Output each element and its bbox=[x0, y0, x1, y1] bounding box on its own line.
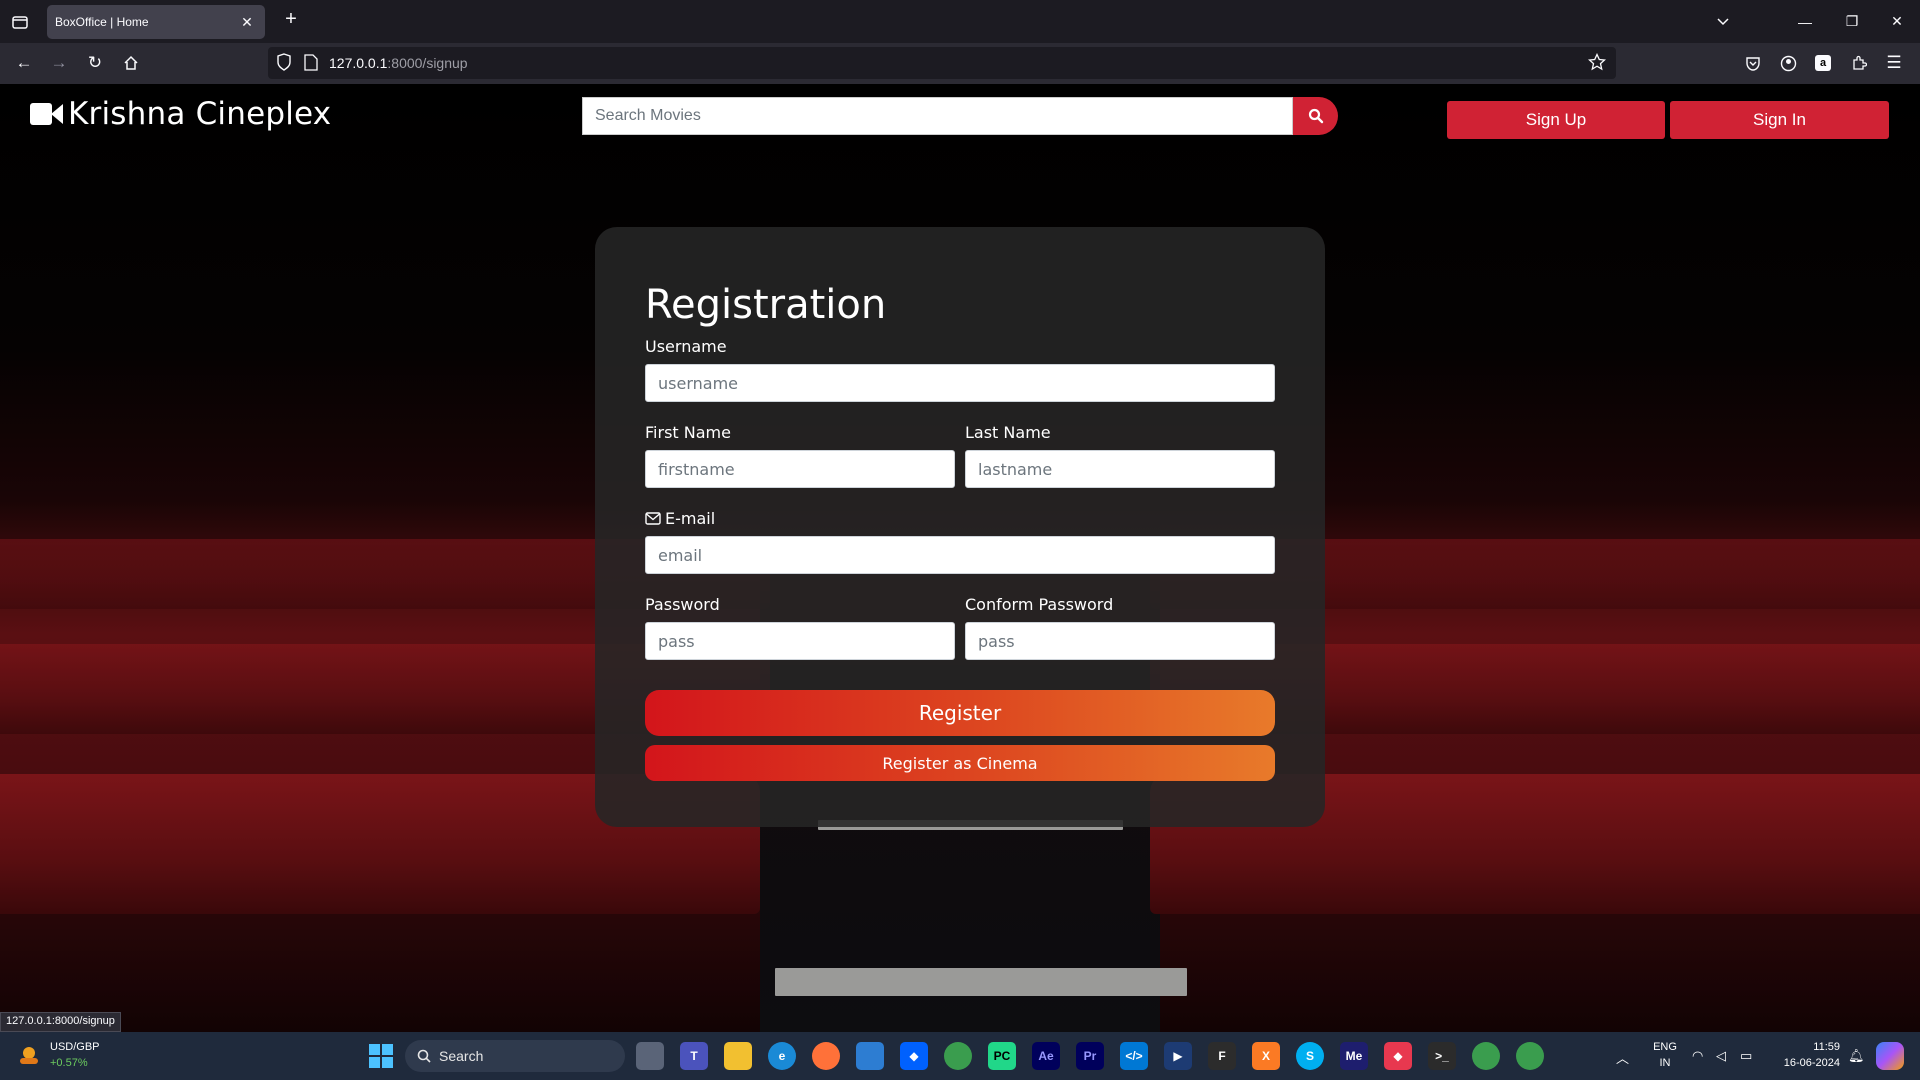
search-input[interactable] bbox=[582, 97, 1293, 135]
page-icon[interactable] bbox=[304, 54, 318, 76]
email-label-row: E-mail bbox=[645, 509, 715, 528]
password-label: Password bbox=[645, 595, 720, 614]
forward-icon[interactable]: → bbox=[47, 51, 71, 75]
taskbar-search[interactable]: Search bbox=[405, 1040, 625, 1072]
pycharm-icon[interactable]: PC bbox=[988, 1042, 1016, 1070]
vscode-icon[interactable]: </> bbox=[1120, 1042, 1148, 1070]
wifi-icon[interactable]: ◠ bbox=[1692, 1048, 1703, 1064]
firefox-icon[interactable] bbox=[812, 1042, 840, 1070]
weather-widget-icon[interactable] bbox=[16, 1044, 42, 1068]
form-title: Registration bbox=[645, 282, 887, 328]
first-name-label: First Name bbox=[645, 423, 731, 442]
minimize-icon[interactable]: — bbox=[1782, 0, 1828, 43]
close-window-icon[interactable]: ✕ bbox=[1874, 0, 1920, 43]
last-name-input[interactable] bbox=[965, 450, 1275, 488]
new-tab-icon[interactable]: + bbox=[279, 8, 303, 31]
sign-in-button[interactable]: Sign In bbox=[1670, 101, 1889, 139]
restore-icon[interactable]: ❐ bbox=[1829, 0, 1875, 43]
reload-icon[interactable]: ↻ bbox=[83, 51, 107, 75]
windows-start-icon[interactable] bbox=[369, 1044, 393, 1073]
language-line-1[interactable]: ENG bbox=[1650, 1041, 1680, 1053]
back-icon[interactable]: ← bbox=[12, 51, 36, 75]
url-bar[interactable]: 127.0.0.1:8000/signup bbox=[268, 47, 1616, 79]
search-icon bbox=[1308, 108, 1323, 124]
chrome-icon[interactable] bbox=[944, 1042, 972, 1070]
menu-icon[interactable]: ☰ bbox=[1882, 51, 1906, 75]
store-icon[interactable] bbox=[856, 1042, 884, 1070]
clock-time[interactable]: 11:59 bbox=[1770, 1041, 1840, 1053]
register-button[interactable]: Register bbox=[645, 690, 1275, 736]
background-step bbox=[775, 968, 1187, 996]
figma-icon[interactable]: F bbox=[1208, 1042, 1236, 1070]
volume-icon[interactable]: ◁ bbox=[1716, 1048, 1726, 1064]
xampp-icon[interactable]: X bbox=[1252, 1042, 1280, 1070]
username-label: Username bbox=[645, 337, 727, 356]
chrome-profile-icon[interactable] bbox=[1472, 1042, 1500, 1070]
premiere-icon[interactable]: Pr bbox=[1076, 1042, 1104, 1070]
bookmark-star-icon[interactable] bbox=[1587, 52, 1607, 76]
tab-overflow-icon[interactable] bbox=[1700, 0, 1746, 43]
pocket-icon[interactable] bbox=[1741, 51, 1765, 75]
confirm-password-label: Conform Password bbox=[965, 595, 1114, 614]
browser-tab-active[interactable]: BoxOffice | Home ✕ bbox=[47, 5, 265, 39]
ticker-change[interactable]: +0.57% bbox=[50, 1057, 88, 1069]
shield-icon[interactable] bbox=[276, 53, 292, 76]
email-input[interactable] bbox=[645, 536, 1275, 574]
last-name-label: Last Name bbox=[965, 423, 1051, 442]
registration-card: Registration Username First Name Last Na… bbox=[595, 227, 1325, 827]
tab-close-icon[interactable]: ✕ bbox=[237, 14, 257, 31]
amazon-extension-icon[interactable]: a bbox=[1811, 51, 1835, 75]
site-navbar: Krishna Cineplex Sign Up Sign In bbox=[0, 84, 1920, 154]
tab-title: BoxOffice | Home bbox=[55, 15, 149, 29]
brand-name: Krishna Cineplex bbox=[68, 96, 332, 132]
account-icon[interactable] bbox=[1776, 51, 1800, 75]
dropbox-icon[interactable]: ◆ bbox=[900, 1042, 928, 1070]
extensions-icon[interactable] bbox=[1847, 51, 1871, 75]
browser-tab-bar: BoxOffice | Home ✕ + — ❐ ✕ bbox=[0, 0, 1920, 43]
brand-logo[interactable]: Krishna Cineplex bbox=[30, 96, 331, 132]
taskbar: USD/GBP +0.57% Search T e ◆ PC Ae Pr </>… bbox=[0, 1032, 1920, 1080]
confirm-password-input[interactable] bbox=[965, 622, 1275, 660]
skype-icon[interactable]: S bbox=[1296, 1042, 1324, 1070]
media-player-icon[interactable]: ▶ bbox=[1164, 1042, 1192, 1070]
sign-up-button[interactable]: Sign Up bbox=[1447, 101, 1665, 139]
username-input[interactable] bbox=[645, 364, 1275, 402]
notification-bell-icon[interactable]: 🔔︎ bbox=[1848, 1048, 1865, 1064]
task-view-icon[interactable] bbox=[636, 1042, 664, 1070]
anydesk-icon[interactable]: ◆ bbox=[1384, 1042, 1412, 1070]
password-input[interactable] bbox=[645, 622, 955, 660]
copilot-icon[interactable] bbox=[1876, 1042, 1904, 1070]
page-viewport: Krishna Cineplex Sign Up Sign In Registr… bbox=[0, 84, 1920, 1032]
movie-search bbox=[582, 97, 1338, 135]
clock-date[interactable]: 16-06-2024 bbox=[1770, 1057, 1840, 1069]
teams-icon[interactable]: T bbox=[680, 1042, 708, 1070]
register-as-cinema-button[interactable]: Register as Cinema bbox=[645, 745, 1275, 781]
chrome-profile-2-icon[interactable] bbox=[1516, 1042, 1544, 1070]
first-name-input[interactable] bbox=[645, 450, 955, 488]
search-button[interactable] bbox=[1293, 97, 1338, 135]
edge-icon[interactable]: e bbox=[768, 1042, 796, 1070]
url-text[interactable]: 127.0.0.1:8000/signup bbox=[329, 55, 468, 71]
tray-overflow-icon[interactable]: ︿ bbox=[1616, 1048, 1629, 1067]
after-effects-icon[interactable]: Ae bbox=[1032, 1042, 1060, 1070]
media-encoder-icon[interactable]: Me bbox=[1340, 1042, 1368, 1070]
battery-icon[interactable]: ▭ bbox=[1740, 1048, 1752, 1064]
envelope-icon bbox=[645, 512, 661, 525]
search-icon bbox=[417, 1049, 431, 1063]
terminal-icon[interactable]: >_ bbox=[1428, 1042, 1456, 1070]
home-icon[interactable] bbox=[119, 51, 143, 75]
status-bar-link: 127.0.0.1:8000/signup bbox=[0, 1012, 121, 1032]
video-camera-icon bbox=[30, 102, 64, 126]
email-label: E-mail bbox=[665, 509, 716, 528]
ticker-name[interactable]: USD/GBP bbox=[50, 1041, 100, 1053]
taskbar-search-label: Search bbox=[439, 1048, 484, 1064]
language-line-2[interactable]: IN bbox=[1650, 1057, 1680, 1069]
file-explorer-icon[interactable] bbox=[724, 1042, 752, 1070]
tab-list-icon[interactable] bbox=[0, 0, 40, 43]
browser-toolbar: ← → ↻ 127.0.0.1:8000/signup a ☰ bbox=[0, 43, 1920, 84]
